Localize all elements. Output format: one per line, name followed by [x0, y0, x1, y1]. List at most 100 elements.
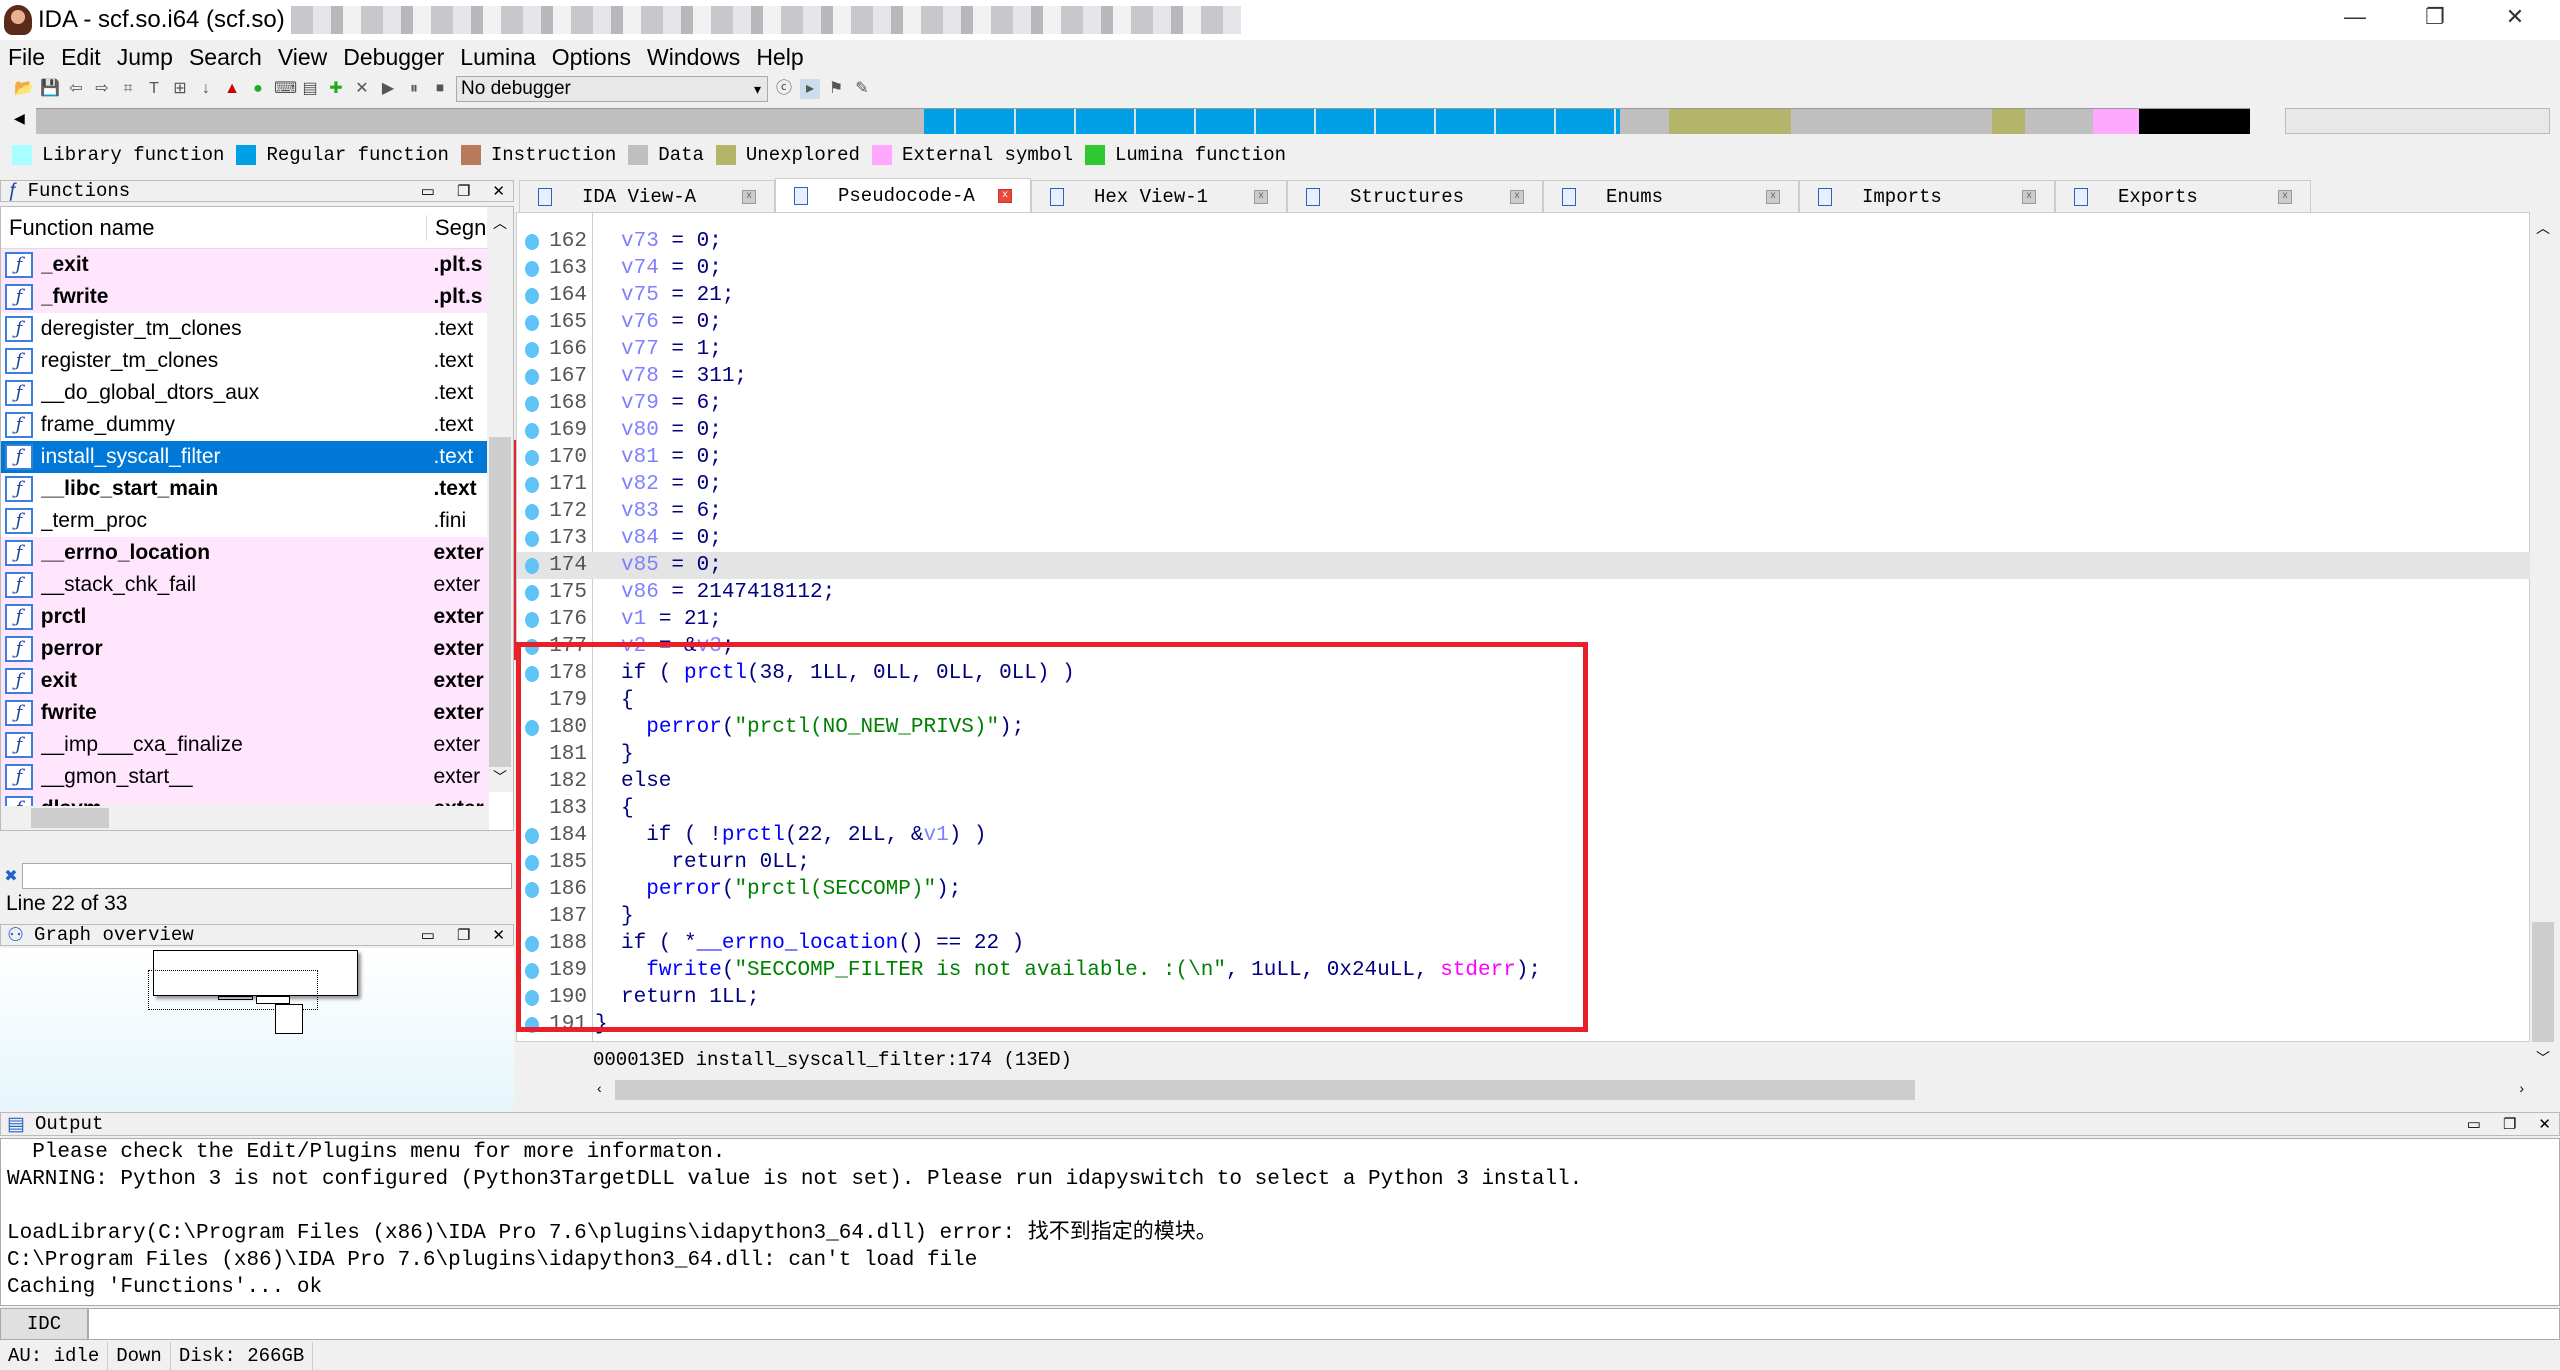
breakpoint-dot-icon[interactable] — [525, 558, 539, 574]
code-line[interactable]: 162 v73 = 0; — [517, 228, 2531, 255]
text-icon[interactable]: T — [144, 79, 164, 99]
function-row[interactable]: ƒ fwrite exter — [1, 697, 489, 729]
undefine-icon[interactable]: ✕ — [352, 79, 372, 99]
function-row[interactable]: ƒ _term_proc .fini — [1, 505, 489, 537]
menu-help[interactable]: Help — [748, 42, 811, 72]
plugin-icon[interactable]: ⚑ — [826, 79, 846, 99]
navigation-band[interactable] — [36, 108, 2250, 134]
float-icon[interactable]: ❐ — [457, 182, 470, 200]
output-window[interactable]: Please check the Edit/Plugins menu for m… — [0, 1138, 2560, 1306]
menu-windows[interactable]: Windows — [639, 42, 748, 72]
functions-vertical-scrollbar[interactable]: ︿ ﹀ — [487, 207, 513, 792]
save-icon[interactable]: 💾 — [40, 79, 60, 99]
run-icon[interactable]: ▶ — [378, 79, 398, 99]
tab-close-icon[interactable]: x — [742, 189, 756, 204]
code-line[interactable]: 165 v76 = 0; — [517, 309, 2531, 336]
breakpoint-dot-icon[interactable] — [525, 585, 539, 601]
maximize-icon[interactable]: ▭ — [421, 926, 435, 944]
menu-options[interactable]: Options — [544, 42, 639, 72]
back-icon[interactable]: ⇦ — [66, 79, 86, 99]
code-line[interactable]: 167 v78 = 311; — [517, 363, 2531, 390]
add-icon[interactable]: ✚ — [326, 79, 346, 99]
function-row[interactable]: ƒ deregister_tm_clones .text — [1, 313, 489, 345]
code-line[interactable]: 168 v79 = 6; — [517, 390, 2531, 417]
code-horizontal-scrollbar[interactable]: ‹ › — [593, 1078, 2530, 1102]
breakpoint-dot-icon[interactable] — [525, 504, 539, 520]
breakpoint-dot-icon[interactable] — [525, 342, 539, 358]
functions-list[interactable]: Function name Segn ƒ _exit .plt.s ƒ _fwrite.… — [0, 206, 514, 831]
tab-imports[interactable]: Imports x — [1799, 180, 2055, 212]
function-row[interactable]: ƒ __errno_location exter — [1, 537, 489, 569]
breakpoint-dot-icon[interactable] — [525, 612, 539, 628]
function-row[interactable]: ƒ exit exter — [1, 665, 489, 697]
function-row[interactable]: ƒ __imp___cxa_finalize exter — [1, 729, 489, 761]
code-line[interactable]: 172 v83 = 6; — [517, 498, 2531, 525]
nav-address-select[interactable] — [2285, 108, 2550, 134]
code-line[interactable]: 173 v84 = 0; — [517, 525, 2531, 552]
forward-icon[interactable]: ⇨ — [92, 79, 112, 99]
breakpoint-dot-icon[interactable] — [525, 369, 539, 385]
menu-jump[interactable]: Jump — [109, 42, 181, 72]
menu-file[interactable]: File — [0, 42, 53, 72]
function-row[interactable]: ƒ __stack_chk_fail exter — [1, 569, 489, 601]
restore-button[interactable]: ❐ — [2410, 4, 2460, 34]
function-row[interactable]: ƒ frame_dummy .text — [1, 409, 489, 441]
green-circle-icon[interactable]: ● — [248, 79, 268, 99]
data-icon[interactable]: ▤ — [300, 79, 320, 99]
float-icon[interactable]: ❐ — [457, 926, 470, 944]
close-icon[interactable]: ✕ — [492, 926, 505, 944]
code-line[interactable]: 175 v86 = 2147418112; — [517, 579, 2531, 606]
close-window-button[interactable]: ✕ — [2490, 4, 2540, 34]
float-icon[interactable]: ❐ — [2503, 1115, 2516, 1133]
code-line[interactable]: 176 v1 = 21; — [517, 606, 2531, 633]
code-line[interactable]: 169 v80 = 0; — [517, 417, 2531, 444]
menu-lumina[interactable]: Lumina — [452, 42, 543, 72]
tab-close-icon[interactable]: x — [1766, 189, 1780, 204]
pseudocode-icon[interactable]: ⓒ — [774, 79, 794, 99]
code-line[interactable]: 174 v85 = 0; — [517, 552, 2531, 579]
function-row[interactable]: ƒ perror exter — [1, 633, 489, 665]
function-row[interactable]: ƒ __libc_start_main .text — [1, 473, 489, 505]
function-filter-input[interactable] — [22, 863, 512, 889]
graph-overview-canvas[interactable] — [0, 948, 514, 1110]
breakpoint-dot-icon[interactable] — [525, 261, 539, 277]
tab-close-icon[interactable]: x — [1510, 189, 1524, 204]
function-row[interactable]: ƒ __gmon_start__ exter — [1, 761, 489, 793]
binary-icon[interactable]: ⊞ — [170, 79, 190, 99]
tab-enums[interactable]: Enums x — [1543, 180, 1799, 212]
maximize-icon[interactable]: ▭ — [2467, 1115, 2481, 1133]
breakpoint-dot-icon[interactable] — [525, 396, 539, 412]
tab-ida-view-a[interactable]: IDA View-A x — [519, 180, 775, 212]
tab-close-icon[interactable]: x — [2022, 189, 2036, 204]
code-line[interactable]: 171 v82 = 0; — [517, 471, 2531, 498]
code-vertical-scrollbar[interactable]: ︿ ﹀ — [2530, 212, 2556, 1074]
decompile-icon[interactable]: ▸ — [800, 79, 820, 99]
function-row[interactable]: ƒ __do_global_dtors_aux .text — [1, 377, 489, 409]
function-row[interactable]: ƒ prctl exter — [1, 601, 489, 633]
menu-view[interactable]: View — [270, 42, 335, 72]
maximize-icon[interactable]: ▭ — [421, 182, 435, 200]
tab-close-icon[interactable]: x — [1254, 189, 1268, 204]
breakpoint-dot-icon[interactable] — [525, 531, 539, 547]
command-input[interactable] — [88, 1308, 2560, 1340]
breakpoint-dot-icon[interactable] — [525, 288, 539, 304]
pause-icon[interactable]: ⏸ — [404, 79, 424, 99]
close-icon[interactable]: ✕ — [492, 182, 505, 200]
code-icon[interactable]: ⌨ — [274, 79, 297, 99]
code-line[interactable]: 164 v75 = 21; — [517, 282, 2531, 309]
graph-icon[interactable]: ▲ — [222, 79, 242, 99]
close-icon[interactable]: ✕ — [2538, 1115, 2551, 1133]
open-icon[interactable]: 📂 — [14, 79, 34, 99]
breakpoint-dot-icon[interactable] — [525, 234, 539, 250]
menu-debugger[interactable]: Debugger — [335, 42, 452, 72]
code-line[interactable]: 170 v81 = 0; — [517, 444, 2531, 471]
idc-language-button[interactable]: IDC — [0, 1308, 88, 1340]
breakpoint-dot-icon[interactable] — [525, 450, 539, 466]
filter-clear-icon[interactable]: ✖ — [0, 866, 22, 886]
code-line[interactable]: 163 v74 = 0; — [517, 255, 2531, 282]
tab-close-icon[interactable]: x — [998, 188, 1012, 203]
tool-icon[interactable]: ✎ — [852, 79, 872, 99]
minimize-button[interactable]: — — [2330, 4, 2380, 34]
function-row[interactable]: ƒ _exit .plt.s — [1, 249, 489, 281]
jump-icon[interactable]: ⌗ — [118, 79, 138, 99]
